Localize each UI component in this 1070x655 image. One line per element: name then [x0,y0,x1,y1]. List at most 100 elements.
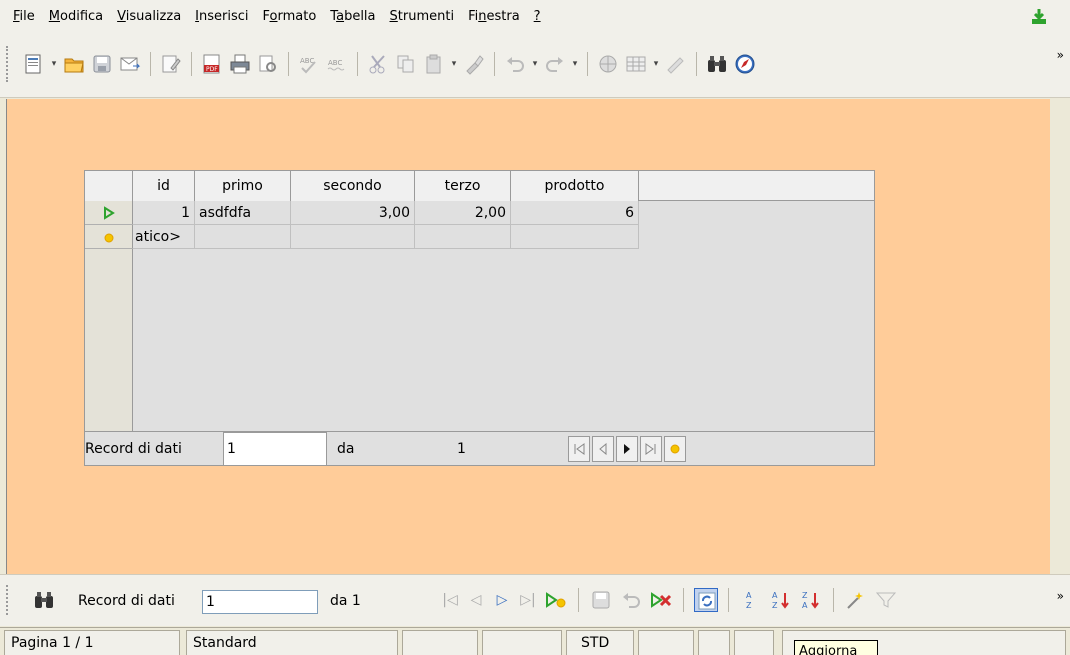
row-header-column [85,201,133,431]
chevron-down-icon[interactable]: ▾ [652,59,660,69]
record-number-input[interactable] [202,590,318,614]
redo-icon[interactable] [543,52,567,76]
sort-ascending-icon[interactable]: AZ [769,588,793,612]
column-header-terzo[interactable]: terzo [415,171,511,201]
first-record-button[interactable] [568,436,590,462]
chevron-down-icon[interactable]: ▾ [531,59,539,69]
record-label: Record di dati [78,593,175,609]
record-of-label: da [337,441,355,457]
save-icon[interactable] [90,52,114,76]
last-record-icon[interactable]: ▷| [518,592,538,608]
table-icon[interactable] [624,52,648,76]
menu-strumenti[interactable]: Strumenti [383,0,462,34]
cell-terzo[interactable]: 2,00 [415,201,511,225]
cut-icon[interactable] [366,52,390,76]
cell-secondo[interactable]: 3,00 [291,201,415,225]
toolbar-separator [833,588,834,612]
toolbar-separator [728,588,729,612]
hyperlink-icon[interactable] [596,52,620,76]
cell-id[interactable]: 1 [133,201,195,225]
autofilter-icon[interactable] [844,588,868,612]
toolbar-grip[interactable] [6,46,9,82]
find-icon[interactable] [705,52,729,76]
toolbar-overflow-icon[interactable]: » [1057,48,1064,62]
menu-help[interactable]: ? [527,0,548,34]
column-header-prodotto[interactable]: prodotto [511,171,639,201]
first-record-icon[interactable]: |◁ [440,592,460,608]
svg-text:Z: Z [772,601,778,610]
svg-text:Z: Z [746,601,752,610]
autospellcheck-icon[interactable]: ABC [325,52,349,76]
undo-record-icon[interactable] [619,588,643,612]
record-number-input[interactable] [223,432,327,466]
first-record-icon [574,443,585,455]
vertical-scrollbar[interactable] [1050,99,1070,574]
format-paintbrush-icon[interactable] [462,52,486,76]
navigator-icon[interactable] [733,52,757,76]
record-label: Record di dati [85,441,182,457]
toolbar-overflow-icon[interactable]: » [1057,589,1064,603]
column-header-id[interactable]: id [133,171,195,201]
cell-prodotto[interactable]: 6 [511,201,639,225]
sort-descending-icon[interactable]: ZA [799,588,823,612]
previous-record-button[interactable] [592,436,614,462]
toolbar-separator [696,52,697,76]
status-language[interactable] [402,630,478,655]
delete-record-icon[interactable] [649,588,673,612]
page-preview-icon[interactable] [256,52,280,76]
chevron-down-icon[interactable]: ▾ [50,59,58,69]
menu-modifica[interactable]: Modifica [42,0,110,34]
export-pdf-icon[interactable]: PDF [200,52,224,76]
undo-icon[interactable] [503,52,527,76]
refresh-icon[interactable] [694,588,718,612]
previous-record-icon[interactable]: ◁ [466,592,486,608]
toolbar-separator [150,52,151,76]
row-header-current[interactable] [85,201,133,225]
edit-file-icon[interactable] [159,52,183,76]
cell-terzo[interactable] [415,225,511,249]
chevron-down-icon[interactable]: ▾ [450,59,458,69]
cell-primo[interactable]: asdfdfa [195,201,291,225]
status-selection-mode[interactable]: STD [566,630,634,655]
svg-text:A: A [746,591,752,600]
column-header-primo[interactable]: primo [195,171,291,201]
toolbar-separator [357,52,358,76]
print-icon[interactable] [228,52,252,76]
standard-filter-icon[interactable] [874,588,898,612]
new-document-icon[interactable] [22,52,46,76]
last-record-button[interactable] [640,436,662,462]
sort-icon[interactable]: AZ [739,588,763,612]
copy-icon[interactable] [394,52,418,76]
status-page-style[interactable]: Standard [186,630,398,655]
next-record-button[interactable] [616,436,638,462]
cell-primo[interactable] [195,225,291,249]
menu-formato[interactable]: Formato [256,0,324,34]
row-header-new[interactable] [85,225,133,249]
table-control[interactable]: id primo secondo terzo prodotto 1 asdfdf… [84,170,875,466]
cell-secondo[interactable] [291,225,415,249]
mail-icon[interactable] [118,52,142,76]
new-record-button[interactable] [664,436,686,462]
grid-navigation-bar: Record di dati da 1 [85,431,874,466]
menu-file[interactable]: File [6,0,42,34]
new-record-icon[interactable] [544,588,568,612]
paste-icon[interactable] [422,52,446,76]
menu-finestra[interactable]: Finestra [461,0,527,34]
spellcheck-icon[interactable]: ABC [297,52,321,76]
find-record-icon[interactable] [32,588,56,612]
chevron-down-icon[interactable]: ▾ [571,59,579,69]
toolbar-separator [587,52,588,76]
next-record-icon[interactable]: ▷ [492,592,512,608]
menu-inserisci[interactable]: Inserisci [188,0,255,34]
menu-tabella[interactable]: Tabella [323,0,382,34]
cell-id[interactable]: atico> [133,225,195,249]
show-draw-functions-icon[interactable] [664,52,688,76]
update-available-icon[interactable] [1030,8,1048,26]
menu-visualizza[interactable]: Visualizza [110,0,188,34]
status-insert-mode[interactable] [482,630,562,655]
toolbar-grip[interactable] [6,585,9,615]
column-header-secondo[interactable]: secondo [291,171,415,201]
save-record-icon[interactable] [589,588,613,612]
cell-prodotto[interactable] [511,225,639,249]
open-folder-icon[interactable] [62,52,86,76]
